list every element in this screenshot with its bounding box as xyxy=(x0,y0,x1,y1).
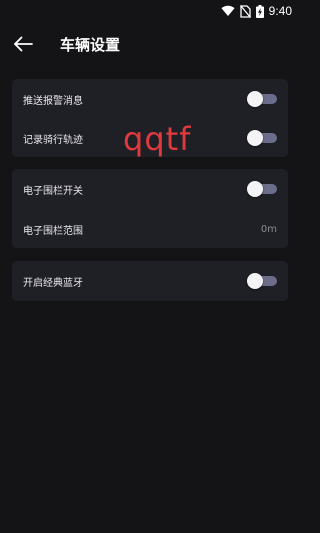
setting-row-ride-track: 记录骑行轨迹 xyxy=(12,119,288,157)
geofence-range-value: 0m xyxy=(260,223,277,235)
page-title: 车辆设置 xyxy=(60,36,121,54)
toggle-thumb xyxy=(247,273,263,289)
settings-card-geofence: 电子围栏开关 电子围栏范围 0m xyxy=(12,169,288,248)
ride-track-toggle[interactable] xyxy=(247,130,277,146)
setting-row-geofence-range[interactable]: 电子围栏范围 0m xyxy=(12,210,288,248)
settings-card-bluetooth: 开启经典蓝牙 xyxy=(12,261,288,301)
arrow-left-icon xyxy=(13,36,33,52)
setting-row-push-alarm: 推送报警消息 xyxy=(12,80,288,118)
setting-label: 推送报警消息 xyxy=(23,95,83,107)
toggle-thumb xyxy=(247,181,263,197)
setting-label: 开启经典蓝牙 xyxy=(23,277,83,289)
wifi-icon xyxy=(221,5,235,17)
setting-label: 记录骑行轨迹 xyxy=(23,134,83,146)
setting-row-classic-bluetooth: 开启经典蓝牙 xyxy=(12,262,288,300)
toggle-thumb xyxy=(247,130,263,146)
battery-charging-icon xyxy=(255,4,264,18)
status-time: 9:40 xyxy=(268,4,292,18)
settings-card-notifications: 推送报警消息 记录骑行轨迹 xyxy=(12,79,288,157)
status-bar: 9:40 xyxy=(0,0,300,22)
push-alarm-toggle[interactable] xyxy=(247,91,277,107)
vehicle-settings-screen: 9:40 车辆设置 推送报警消息 记录骑行轨迹 电子围栏开关 电子围栏范围 0m… xyxy=(0,0,300,533)
setting-row-geofence-switch: 电子围栏开关 xyxy=(12,170,288,208)
geofence-toggle[interactable] xyxy=(247,181,277,197)
setting-label: 电子围栏范围 xyxy=(23,225,83,237)
toggle-thumb xyxy=(247,91,263,107)
back-button[interactable] xyxy=(12,33,34,55)
setting-label: 电子围栏开关 xyxy=(23,185,83,197)
classic-bluetooth-toggle[interactable] xyxy=(247,273,277,289)
top-bar: 车辆设置 xyxy=(0,28,300,60)
no-sim-icon xyxy=(239,4,251,18)
